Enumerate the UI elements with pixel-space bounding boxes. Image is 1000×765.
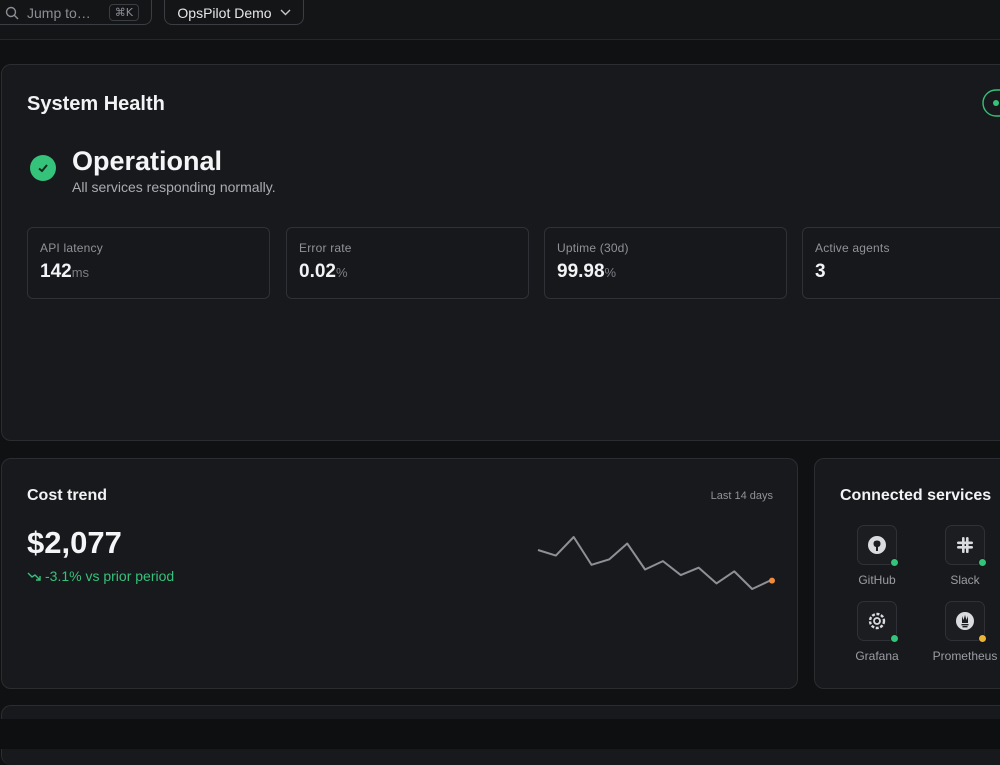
search-icon [5, 6, 19, 19]
service-name: Grafana [855, 649, 899, 663]
cost-trend-card: Cost trend Last 14 days $2,077 -3.1% vs … [1, 458, 798, 689]
cost-period: Last 14 days [710, 490, 773, 502]
metric-label: Active agents [815, 241, 890, 255]
service-grafana[interactable]: Grafana [837, 601, 917, 663]
footer-strip [0, 719, 1000, 749]
live-indicator-icon[interactable] [982, 89, 1000, 117]
status-label: Operational [72, 146, 223, 176]
cost-trend-title: Cost trend [27, 487, 107, 504]
metric-uptime: Uptime (30d) 99.98% [544, 227, 787, 299]
check-circle-icon [30, 155, 56, 181]
search-placeholder: Jump to… [27, 4, 91, 21]
slack-icon [957, 537, 973, 553]
metric-value: 0.02 [299, 261, 336, 282]
trend-down-icon [27, 572, 41, 581]
metric-unit: % [604, 265, 617, 280]
metric-active-agents: Active agents 3 [802, 227, 1000, 299]
service-name: Slack [950, 573, 980, 587]
system-health-card: System Health Operational All services r… [1, 64, 1000, 441]
metric-label: Error rate [299, 241, 352, 255]
service-slack[interactable]: Slack [925, 525, 1000, 587]
workspace-name: OpsPilot Demo [177, 4, 272, 21]
cost-delta: -3.1% vs prior period [27, 568, 174, 584]
metric-unit: % [335, 265, 348, 280]
metric-error-rate: Error rate 0.02% [286, 227, 529, 299]
sparkline-path [537, 536, 771, 590]
prometheus-icon [956, 612, 974, 630]
service-name: Prometheus [932, 649, 998, 663]
cost-sparkline [537, 536, 775, 590]
system-health-title: System Health [27, 93, 165, 115]
connected-services-title: Connected services [840, 487, 992, 504]
status-dot [890, 634, 899, 643]
metric-api-latency: API latency 142ms [27, 227, 270, 299]
github-icon [868, 536, 886, 554]
status-dot [978, 558, 987, 567]
metric-unit: ms [71, 265, 90, 280]
connected-services-card: Connected services GitHub Slack Grafana … [814, 458, 1000, 689]
metric-value: 99.98 [557, 261, 605, 282]
cost-amount: $2,077 [27, 525, 122, 560]
status-dot [978, 634, 987, 643]
top-bar: Jump to… ⌘K OpsPilot Demo [0, 0, 1000, 40]
service-name: GitHub [858, 573, 896, 587]
metric-label: Uptime (30d) [557, 241, 629, 255]
chevron-down-icon [280, 9, 291, 16]
jump-to-search[interactable]: Jump to… ⌘K [0, 0, 152, 25]
metric-value: 142 [40, 261, 72, 282]
grafana-icon [868, 612, 886, 630]
cost-delta-text: -3.1% vs prior period [45, 568, 175, 584]
search-shortcut: ⌘K [108, 4, 139, 21]
metric-value: 3 [815, 261, 826, 282]
workspace-switcher[interactable]: OpsPilot Demo [164, 0, 304, 25]
service-prometheus[interactable]: Prometheus [925, 601, 1000, 663]
sparkline-end-point [769, 577, 775, 584]
metric-label: API latency [40, 241, 103, 255]
status-detail: All services responding normally. [72, 179, 276, 195]
status-dot [890, 558, 899, 567]
health-status: Operational All services responding norm… [30, 145, 276, 195]
service-github[interactable]: GitHub [837, 525, 917, 587]
